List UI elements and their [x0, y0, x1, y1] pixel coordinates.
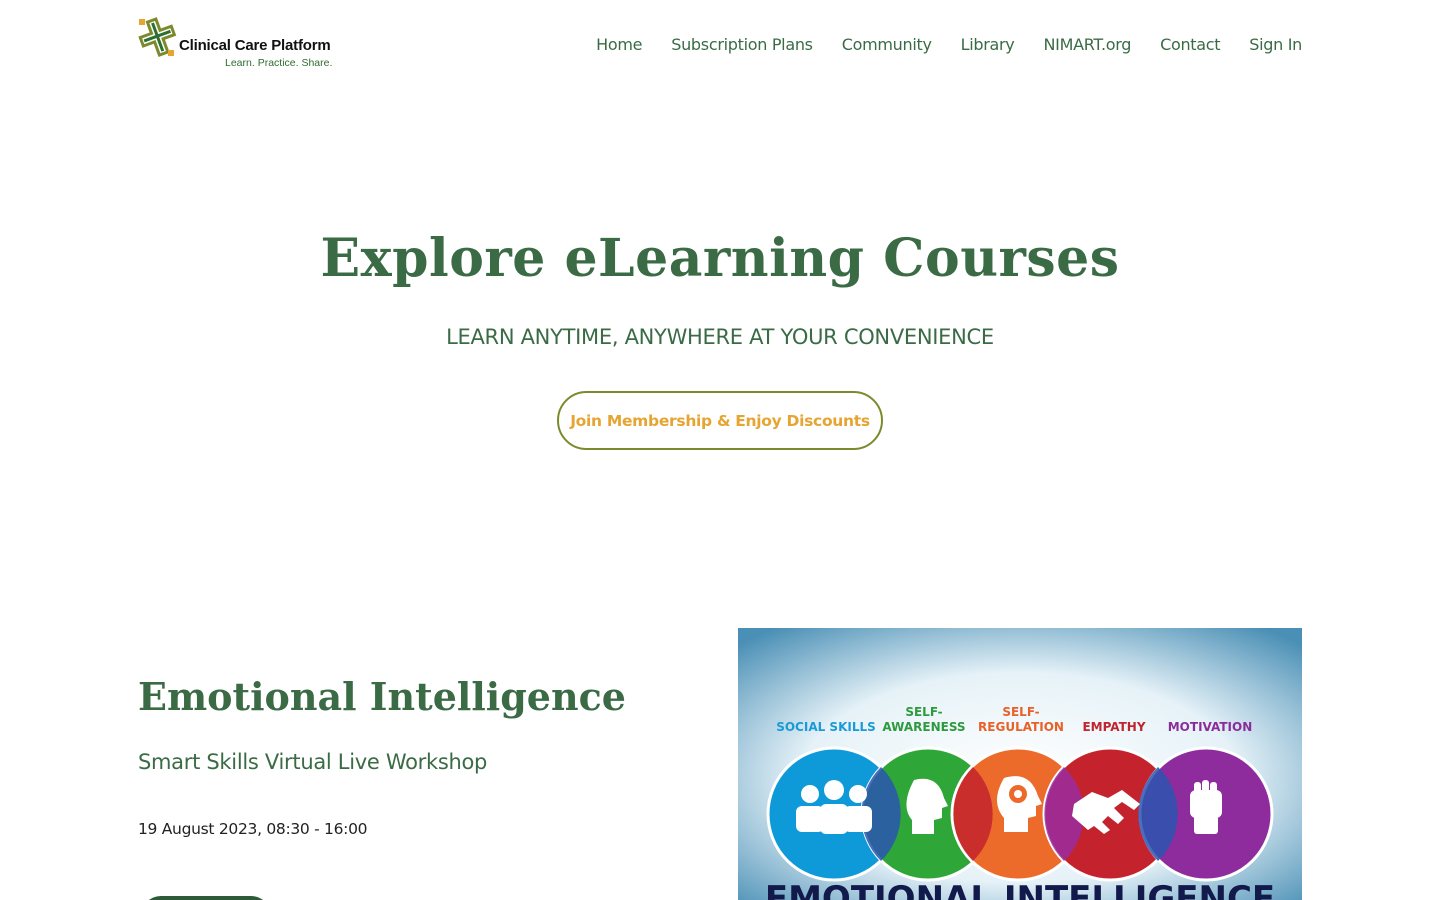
hero-title: Explore eLearning Courses [320, 228, 1120, 289]
logo-cross-icon [138, 17, 177, 57]
hero-subtitle: LEARN ANYTIME, ANYWHERE AT YOUR CONVENIE… [446, 325, 994, 349]
label-motivation: MOTIVATION [1168, 720, 1253, 734]
emotional-intelligence-illustration: SOCIAL SKILLS SELF- AWARENESS SELF- REGU… [738, 628, 1302, 900]
nav-subscription-plans[interactable]: Subscription Plans [671, 35, 813, 54]
nav-contact[interactable]: Contact [1160, 35, 1220, 54]
nav-library[interactable]: Library [961, 35, 1015, 54]
label-self-awareness-1: SELF- [905, 705, 942, 719]
site-header: Clinical Care Platform Learn. Practice. … [0, 0, 1440, 95]
join-membership-button[interactable]: Join Membership & Enjoy Discounts [557, 391, 883, 450]
people-group-icon [796, 780, 872, 834]
label-self-regulation-2: REGULATION [978, 720, 1064, 734]
logo-tagline: Learn. Practice. Share. [225, 57, 333, 69]
nav-community[interactable]: Community [842, 35, 932, 54]
label-empathy: EMPATHY [1082, 720, 1145, 734]
nav-sign-in[interactable]: Sign In [1249, 35, 1302, 54]
nav-nimart[interactable]: NIMART.org [1043, 35, 1131, 54]
main-nav: Home Subscription Plans Community Librar… [596, 35, 1302, 54]
logo-name: Clinical Care Platform [179, 37, 331, 54]
course-image[interactable]: SOCIAL SKILLS SELF- AWARENESS SELF- REGU… [738, 628, 1302, 900]
banner-title: EMOTIONAL INTELLIGENCE [765, 879, 1275, 900]
course-action-button[interactable] [141, 896, 271, 900]
course-date: 19 August 2023, 08:30 - 16:00 [138, 820, 368, 838]
logo[interactable]: Clinical Care Platform Learn. Practice. … [138, 16, 348, 72]
label-social-skills: SOCIAL SKILLS [776, 720, 876, 734]
label-self-awareness-2: AWARENESS [882, 720, 965, 734]
course-subtitle: Smart Skills Virtual Live Workshop [138, 750, 488, 774]
nav-home[interactable]: Home [596, 35, 642, 54]
label-self-regulation-1: SELF- [1002, 705, 1039, 719]
course-title: Emotional Intelligence [138, 674, 626, 719]
